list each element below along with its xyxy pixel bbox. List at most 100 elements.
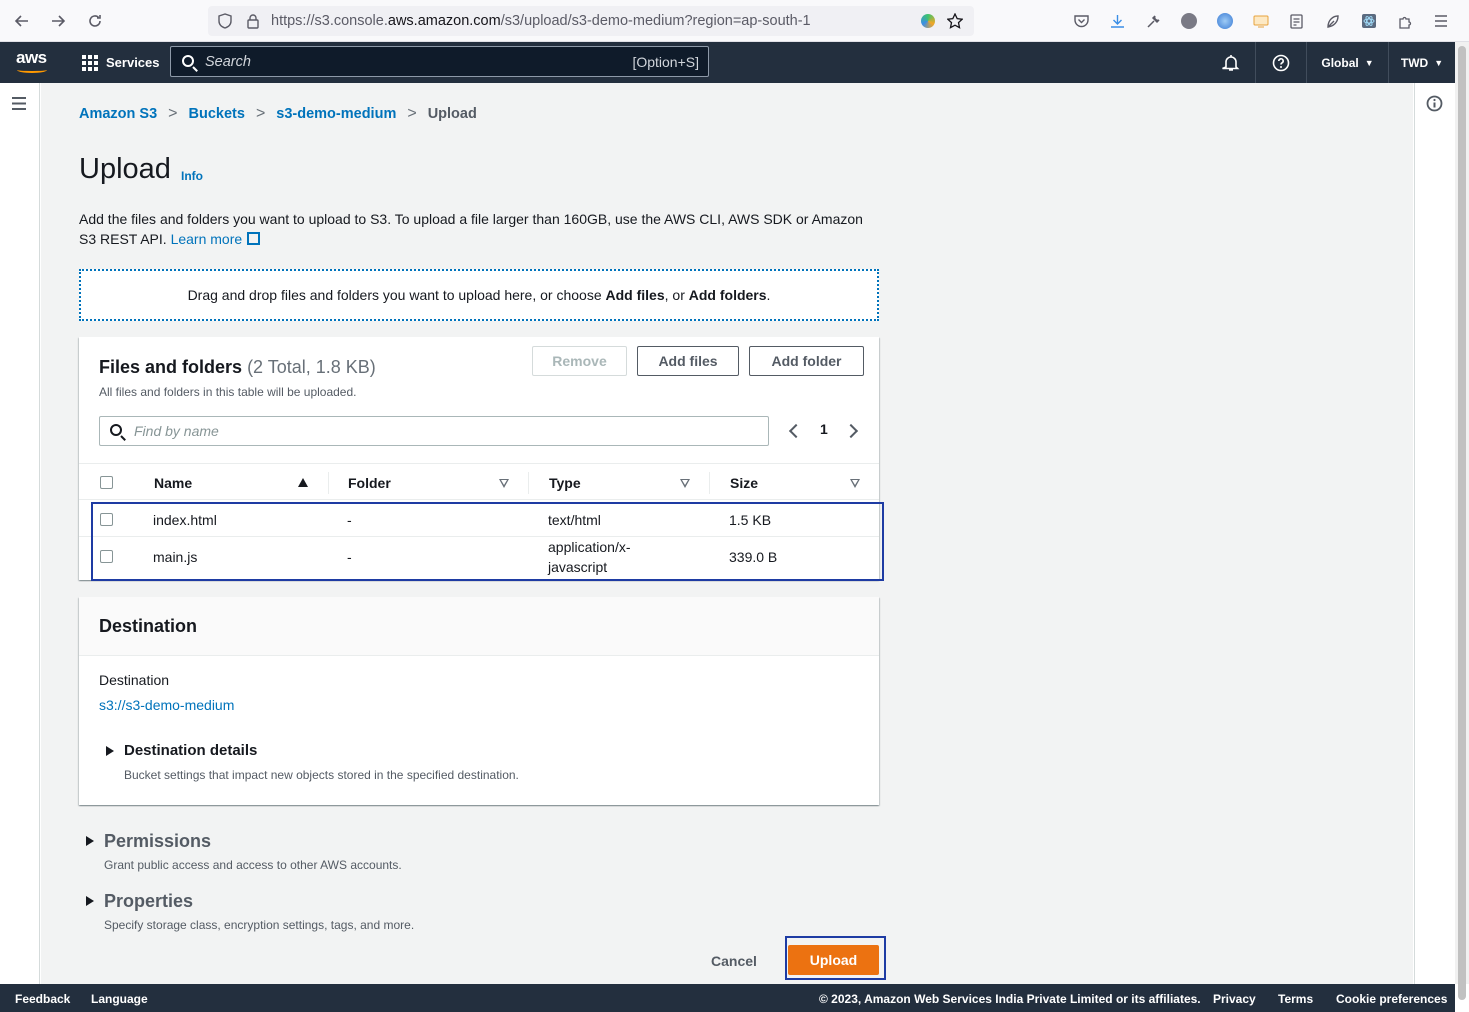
language-link[interactable]: Language [91, 992, 148, 1006]
puzzle-extensions-icon[interactable] [1387, 0, 1423, 42]
hamburger-menu-icon[interactable] [11, 97, 27, 113]
chevron-right-icon: > [168, 105, 178, 122]
caret-down-icon: ▼ [1434, 57, 1444, 68]
url-text: https://s3.console.aws.amazon.com/s3/upl… [271, 13, 811, 29]
copyright-text: © 2023, Amazon Web Services India Privat… [819, 992, 1201, 1006]
shield-icon [216, 12, 234, 30]
add-files-button[interactable]: Add files [637, 346, 739, 376]
info-link[interactable]: Info [181, 169, 203, 183]
bookmark-star-icon[interactable] [946, 12, 964, 30]
twd-extension-icon[interactable] [1171, 0, 1207, 42]
region-selector[interactable]: Global ▼ [1306, 42, 1388, 83]
properties-description: Specify storage class, encryption settin… [104, 918, 415, 932]
breadcrumb-current: Upload [427, 106, 477, 122]
learn-more-label: Learn more [170, 231, 243, 247]
destination-panel-header: Destination [79, 597, 879, 656]
breadcrumb-amazon-s3[interactable]: Amazon S3 [79, 106, 157, 122]
lock-icon [244, 12, 262, 30]
right-tools-rail [1414, 83, 1455, 984]
table-header: Name Folder Type Size [79, 463, 879, 500]
destination-title: Destination [99, 616, 198, 636]
sort-ascending-icon[interactable] [298, 478, 308, 487]
footer: Feedback Language © 2023, Amazon Web Ser… [0, 984, 1455, 1012]
breadcrumb-buckets[interactable]: Buckets [189, 106, 245, 122]
destination-panel: Destination Destination s3://s3-demo-med… [79, 597, 879, 805]
extension-badge-icon[interactable] [919, 12, 937, 30]
wrench-icon[interactable] [1135, 0, 1171, 42]
learn-more-link[interactable]: Learn more [171, 231, 261, 247]
expand-caret-icon[interactable] [86, 836, 94, 846]
column-header-name[interactable]: Name [154, 475, 192, 491]
notes-extension-icon[interactable] [1279, 0, 1315, 42]
account-menu[interactable]: TWD ▼ [1388, 42, 1455, 83]
services-label: Services [106, 55, 160, 70]
leaf-extension-icon[interactable] [1315, 0, 1351, 42]
info-panel-icon[interactable] [1426, 95, 1443, 115]
column-divider [709, 472, 710, 494]
chevron-left-icon [788, 423, 804, 439]
cancel-button[interactable]: Cancel [701, 946, 767, 976]
chevron-right-icon: > [255, 105, 266, 122]
page-title: Upload [79, 153, 171, 185]
add-folder-button[interactable]: Add folder [749, 346, 864, 376]
back-icon[interactable] [4, 0, 40, 42]
file-drop-zone[interactable]: Drag and drop files and folders you want… [79, 269, 879, 321]
remove-button[interactable]: Remove [532, 346, 627, 376]
select-all-checkbox[interactable] [100, 476, 113, 489]
terms-link[interactable]: Terms [1278, 992, 1313, 1006]
sort-icon[interactable] [680, 479, 690, 488]
properties-toggle[interactable]: Properties [104, 891, 193, 912]
destination-details-toggle[interactable]: Destination details [124, 742, 257, 759]
extensions-toolbar [1063, 0, 1459, 42]
services-menu-button[interactable]: Services [82, 42, 160, 83]
chevron-right-icon: > [407, 105, 417, 122]
privacy-link[interactable]: Privacy [1213, 992, 1256, 1006]
globe-extension-icon[interactable] [1207, 0, 1243, 42]
destination-details-description: Bucket settings that impact new objects … [124, 768, 519, 782]
permissions-toggle[interactable]: Permissions [104, 831, 211, 852]
search-shortcut: [Option+S] [632, 53, 699, 70]
find-by-name-input[interactable]: Find by name [99, 416, 769, 446]
next-page-button[interactable] [843, 422, 862, 440]
left-navigation-rail [0, 83, 40, 984]
column-header-size[interactable]: Size [730, 475, 758, 491]
notifications-bell-icon[interactable] [1206, 42, 1255, 83]
sort-icon[interactable] [499, 479, 509, 488]
sort-icon[interactable] [850, 479, 860, 488]
reload-icon[interactable] [77, 0, 113, 42]
column-header-folder[interactable]: Folder [348, 475, 391, 491]
aws-logo[interactable]: aws [16, 48, 50, 76]
page-description: Add the files and folders you want to up… [79, 209, 879, 249]
breadcrumb-bucket[interactable]: s3-demo-medium [276, 106, 396, 122]
address-bar[interactable]: https://s3.console.aws.amazon.com/s3/upl… [208, 6, 974, 36]
external-link-icon [247, 232, 261, 245]
drop-zone-text: Drag and drop files and folders you want… [187, 287, 771, 303]
page-number[interactable]: 1 [820, 421, 828, 437]
grid-icon [82, 54, 98, 71]
breadcrumb: Amazon S3 > Buckets > s3-demo-medium > U… [79, 105, 477, 123]
react-extension-icon[interactable] [1351, 0, 1387, 42]
scrollbar-thumb[interactable] [1458, 46, 1466, 1000]
feedback-link[interactable]: Feedback [15, 992, 70, 1006]
global-search-input[interactable]: Search [Option+S] [170, 46, 709, 77]
expand-caret-icon[interactable] [106, 746, 114, 756]
previous-page-button[interactable] [787, 422, 804, 440]
screen-extension-icon[interactable] [1243, 0, 1279, 42]
destination-label: Destination [99, 672, 170, 688]
help-icon[interactable] [1255, 42, 1306, 83]
chevron-right-icon [843, 423, 859, 439]
hamburger-menu-icon[interactable] [1423, 0, 1459, 42]
column-header-type[interactable]: Type [549, 475, 581, 491]
expand-caret-icon[interactable] [86, 896, 94, 906]
cookie-preferences-link[interactable]: Cookie preferences [1336, 992, 1447, 1006]
forward-icon[interactable] [40, 0, 76, 42]
destination-link[interactable]: s3://s3-demo-medium [99, 697, 234, 713]
column-divider [328, 472, 329, 494]
rows-selection-highlight [91, 502, 884, 581]
files-panel-subtitle: All files and folders in this table will… [99, 385, 357, 399]
pocket-icon[interactable] [1063, 0, 1099, 42]
column-divider [528, 472, 529, 494]
download-icon[interactable] [1099, 0, 1135, 42]
caret-down-icon: ▼ [1364, 57, 1374, 68]
upload-button[interactable]: Upload [788, 945, 879, 975]
